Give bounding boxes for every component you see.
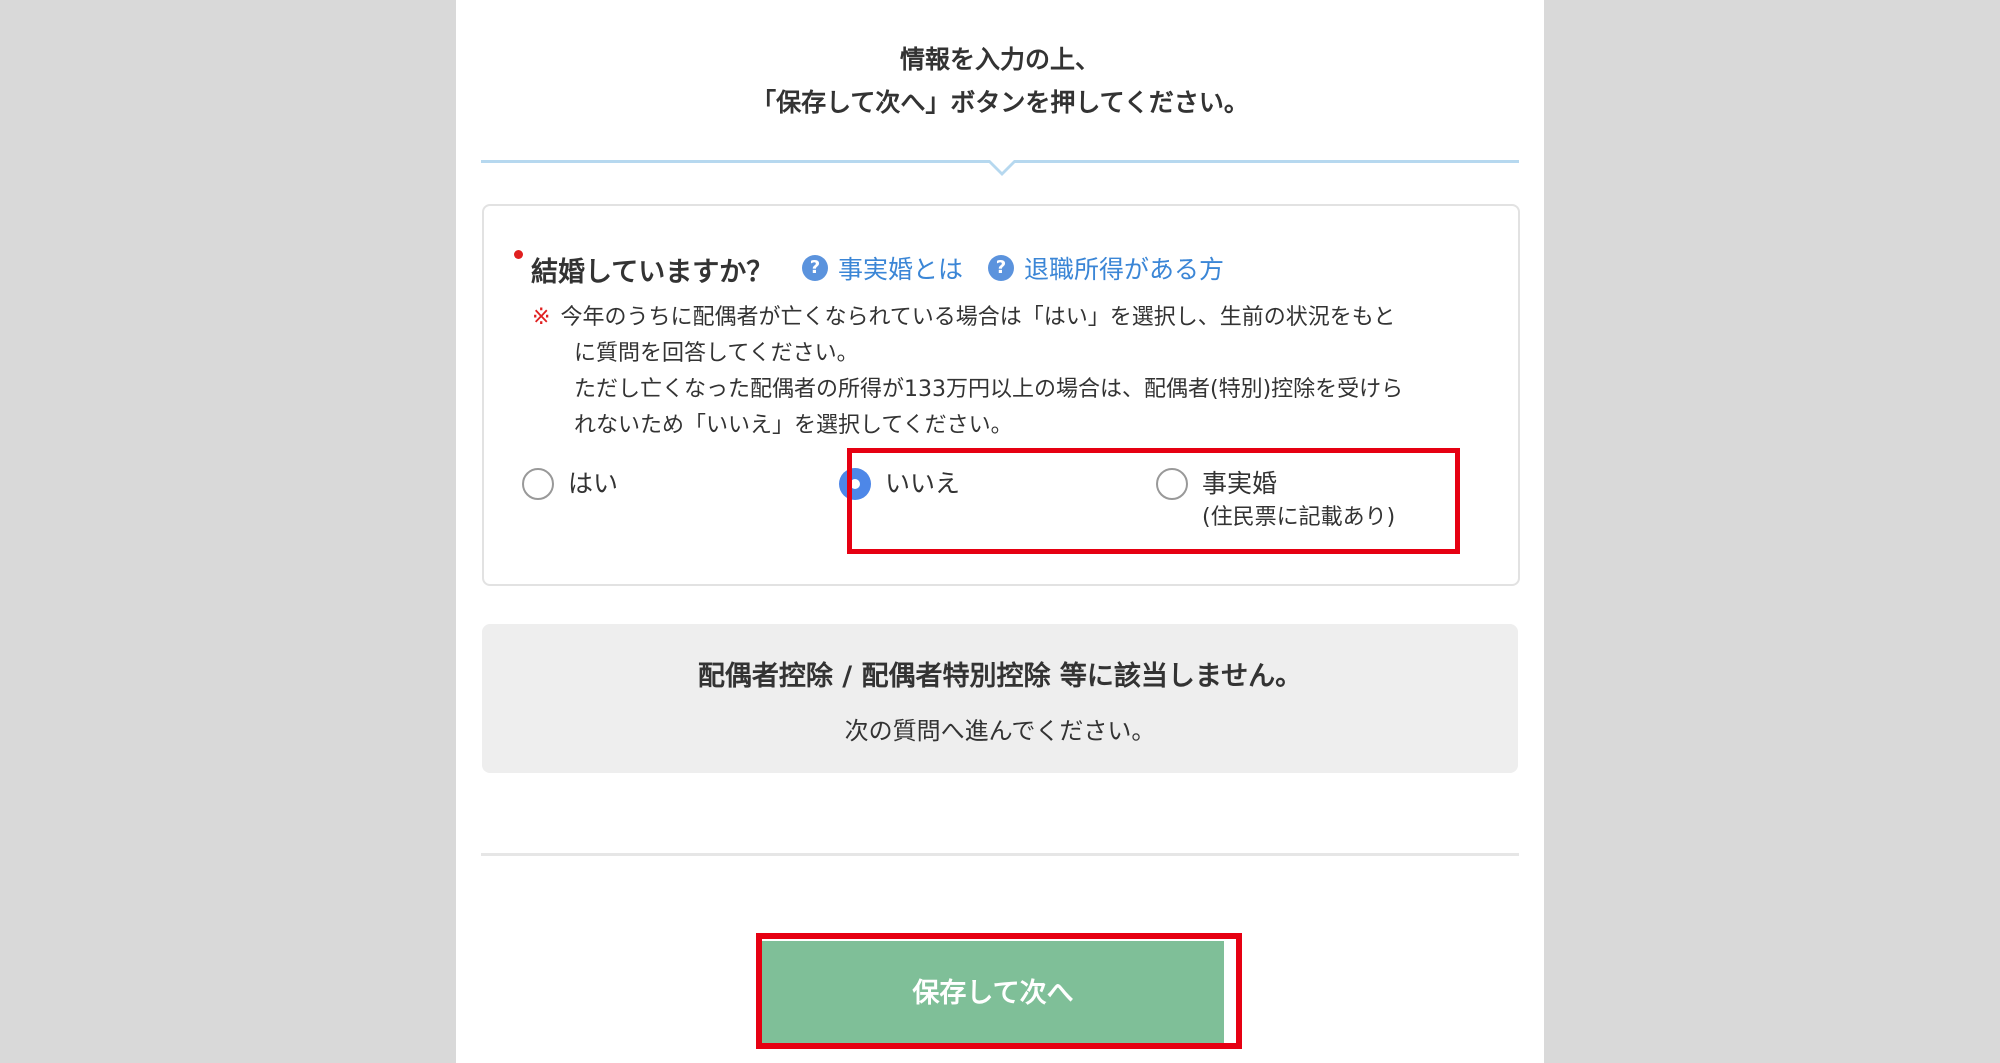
radio-button-common-law[interactable] [1156,468,1188,500]
radio-label-no: いいえ [885,469,961,498]
divider-arrow-inner [990,160,1014,172]
radio-label-yes: はい [568,469,619,498]
required-indicator-icon [514,250,523,259]
radio-button-no[interactable] [839,468,871,500]
instruction-line-1: 情報を入力の上、 [899,45,1100,74]
footer-divider [481,853,1519,856]
note-line: ※ 今年のうちに配偶者が亡くなられている場合は「はい」を選択し、生前の状況をもと [532,300,1502,336]
help-link-retirement-income[interactable]: ? 退職所得がある方 [988,250,1224,286]
note-line-text: 今年のうちに配偶者が亡くなられている場合は「はい」を選択し、生前の状況をもと [560,305,1396,330]
main-panel: 情報を入力の上、 「保存して次へ」ボタンを押してください。 結婚していますか？ … [456,0,1544,1063]
help-link-label: 退職所得がある方 [1024,255,1225,284]
result-subtitle: 次の質問へ進んでください。 [844,717,1156,745]
question-circle-icon: ? [988,255,1014,281]
note-mark: ※ [532,305,551,330]
radio-button-yes[interactable] [522,468,554,500]
marriage-question-card: 結婚していますか？ ? 事実婚とは ? 退職所得がある方 ※ 今年のうちに配偶者が… [482,204,1520,586]
help-link-common-law-marriage[interactable]: ? 事実婚とは [802,250,963,286]
help-link-label: 事実婚とは [838,255,964,284]
note-line: ただし亡くなった配偶者の所得が133万円以上の場合は、配偶者(特別)控除を受けら [574,377,1404,402]
instruction-line-2: 「保存して次へ」ボタンを押してください。 [751,88,1249,117]
note-line: に質問を回答してください。 [574,341,859,366]
note-line: れないため「いいえ」を選択してください。 [574,413,1013,438]
radio-option-common-law[interactable]: 事実婚 (住民票に記載あり) [1156,468,1395,536]
result-message-box: 配偶者控除 / 配偶者特別控除 等に該当しません。 次の質問へ進んでください。 [482,624,1518,773]
radio-option-yes[interactable]: はい [522,468,618,500]
radio-label-group: 事実婚 (住民票に記載あり) [1202,468,1395,536]
question-title: 結婚していますか？ [531,257,774,288]
save-and-next-button[interactable]: 保存して次へ [762,941,1224,1043]
question-circle-icon: ? [802,255,828,281]
radio-label-common-law: 事実婚 [1202,469,1278,498]
question-note: ※ 今年のうちに配偶者が亡くなられている場合は「はい」を選択し、生前の状況をもと … [532,300,1502,444]
instruction-text: 情報を入力の上、 「保存して次へ」ボタンを押してください。 [456,38,1544,124]
result-title: 配偶者控除 / 配偶者特別控除 等に該当しません。 [697,661,1303,692]
radio-option-no[interactable]: いいえ [839,468,960,500]
radio-sublabel-common-law: (住民票に記載あり) [1202,505,1396,530]
